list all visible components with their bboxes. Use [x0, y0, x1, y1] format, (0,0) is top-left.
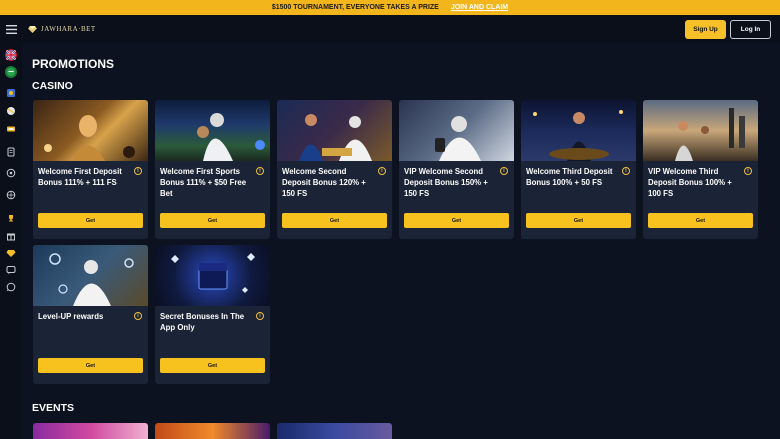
promo-card[interactable]: Welcome Third Deposit Bonus 100% + 50 FS…	[521, 100, 636, 239]
top-header: JAWHARA·BET Sign Up Log In	[0, 15, 780, 43]
globe-icon[interactable]	[5, 66, 17, 78]
promo-title: Level-UP rewards	[38, 312, 104, 321]
promo-image	[155, 245, 270, 306]
log-in-button[interactable]: Log In	[730, 19, 771, 39]
promo-card[interactable]: VIP Welcome Second Deposit Bonus 150% + …	[399, 100, 514, 239]
promo-title: VIP Welcome Second Deposit Bonus 150% + …	[404, 167, 488, 198]
promo-image	[521, 100, 636, 161]
promo-title: Welcome First Sports Bonus 111% + $50 Fr…	[160, 167, 247, 198]
site-logo[interactable]: JAWHARA·BET	[28, 25, 96, 33]
promo-card[interactable]: Welcome First Sports Bonus 111% + $50 Fr…	[155, 100, 270, 239]
join-and-claim-link[interactable]: JOIN AND CLAIM	[451, 4, 508, 11]
roulette-icon[interactable]	[5, 167, 17, 179]
promo-title: Welcome Second Deposit Bonus 120% + 150 …	[282, 167, 366, 198]
promo-title: VIP Welcome Third Deposit Bonus 100% + 1…	[648, 167, 732, 198]
uk-flag-icon[interactable]	[5, 49, 17, 61]
event-card[interactable]	[277, 423, 392, 439]
logo-text: JAWHARA·BET	[41, 25, 96, 33]
get-button[interactable]: Get	[404, 213, 509, 228]
promo-image	[33, 100, 148, 161]
promo-title: Welcome Third Deposit Bonus 100% + 50 FS	[526, 167, 613, 187]
sidebar	[0, 43, 22, 439]
main-content: PROMOTIONS CASINO Welcome First Deposit …	[22, 43, 780, 439]
chat-icon[interactable]	[5, 264, 17, 276]
casino-icon[interactable]	[5, 87, 17, 99]
hamburger-menu-icon[interactable]	[0, 15, 22, 43]
promo-title: Secret Bonuses In The App Only	[160, 312, 245, 332]
info-icon[interactable]: i	[744, 167, 752, 175]
get-button[interactable]: Get	[160, 213, 265, 228]
ball-icon[interactable]	[5, 189, 17, 201]
info-icon[interactable]: i	[134, 167, 142, 175]
promo-image	[277, 100, 392, 161]
page-title: PROMOTIONS	[32, 57, 115, 71]
info-icon[interactable]: i	[622, 167, 630, 175]
promo-banner: $1500 TOURNAMENT, EVERYONE TAKES A PRIZE…	[0, 0, 780, 15]
sports-icon[interactable]	[5, 105, 17, 117]
promo-image	[399, 100, 514, 161]
event-card[interactable]	[33, 423, 148, 439]
promo-card[interactable]: Welcome First Deposit Bonus 111% + 111 F…	[33, 100, 148, 239]
banner-text: $1500 TOURNAMENT, EVERYONE TAKES A PRIZE	[271, 4, 439, 11]
whatsapp-icon[interactable]	[5, 281, 17, 293]
get-button[interactable]: Get	[648, 213, 753, 228]
get-button[interactable]: Get	[526, 213, 631, 228]
list-icon[interactable]	[5, 146, 17, 158]
get-button[interactable]: Get	[282, 213, 387, 228]
diamond-icon[interactable]	[5, 247, 17, 259]
info-icon[interactable]: i	[134, 312, 142, 320]
trophy-icon[interactable]	[5, 212, 17, 224]
info-icon[interactable]: i	[256, 312, 264, 320]
gift-icon[interactable]	[5, 230, 17, 242]
get-button[interactable]: Get	[160, 358, 265, 373]
get-button[interactable]: Get	[38, 213, 143, 228]
info-icon[interactable]: i	[378, 167, 386, 175]
events-heading: EVENTS	[32, 402, 75, 414]
info-icon[interactable]: i	[500, 167, 508, 175]
promo-card[interactable]: Level-UP rewards i Get	[33, 245, 148, 384]
promo-image	[33, 245, 148, 306]
event-card[interactable]	[155, 423, 270, 439]
get-button[interactable]: Get	[38, 358, 143, 373]
promo-card[interactable]: Welcome Second Deposit Bonus 120% + 150 …	[277, 100, 392, 239]
promo-title: Welcome First Deposit Bonus 111% + 111 F…	[38, 167, 122, 187]
info-icon[interactable]: i	[256, 167, 264, 175]
promo-image	[643, 100, 758, 161]
promo-card[interactable]: Secret Bonuses In The App Only i Get	[155, 245, 270, 384]
promo-image	[155, 100, 270, 161]
diamond-logo-icon	[28, 25, 37, 33]
ticket-icon[interactable]	[5, 123, 17, 135]
promo-card[interactable]: VIP Welcome Third Deposit Bonus 100% + 1…	[643, 100, 758, 239]
casino-heading: CASINO	[32, 80, 73, 92]
sign-up-button[interactable]: Sign Up	[685, 19, 726, 39]
